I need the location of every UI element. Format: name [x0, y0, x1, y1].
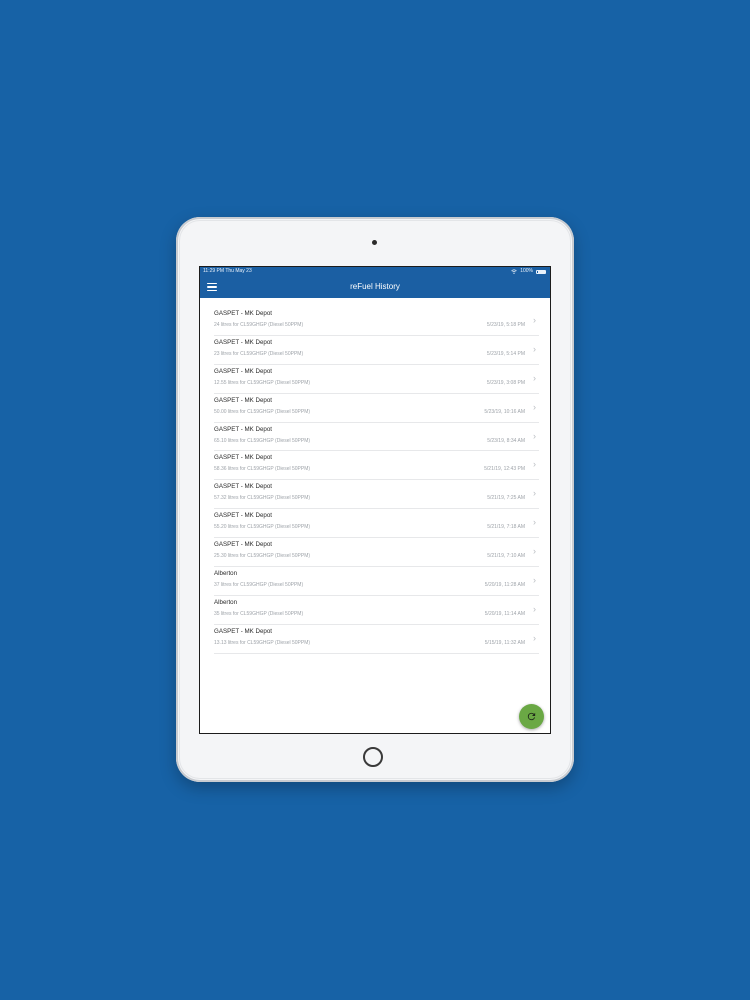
list-item[interactable]: GASPET - MK Depot 25.30 litres for CL59GH…: [214, 538, 539, 568]
refuel-timestamp: 5/20/19, 11:28 AM: [484, 582, 525, 589]
chevron-right-icon: ›: [533, 488, 536, 499]
chevron-right-icon: ›: [533, 459, 536, 470]
chevron-right-icon: ›: [533, 315, 536, 325]
battery-icon: [536, 269, 546, 274]
list-item[interactable]: GASPET - MK Depot 55.20 litres for CL59GH…: [214, 509, 539, 539]
station-name: GASPET - MK Depot: [214, 310, 272, 317]
refresh-button[interactable]: [519, 704, 544, 729]
refuel-timestamp: 5/23/19, 10:16 AM: [484, 408, 525, 415]
refuel-detail: 55.20 litres for CL59GHGP (Diesel 50PPM): [214, 524, 311, 531]
refuel-detail: 50.00 litres for CL59GHGP (Diesel 50PPM): [214, 408, 311, 415]
station-name: GASPET - MK Depot: [214, 425, 272, 433]
battery-percent: 100%: [520, 268, 533, 274]
refuel-timestamp: 5/23/19, 3:08 PM: [486, 379, 525, 386]
list-item[interactable]: GASPET - MK Depot 23 litres for CL59GHGP …: [214, 336, 539, 365]
refuel-detail: 25.30 litres for CL59GHGP (Diesel 50PPM): [214, 553, 311, 560]
refuel-detail: 35 litres for CL59GHGP (Diesel 50PPM): [214, 610, 304, 617]
refuel-timestamp: 5/23/19, 5:18 PM: [486, 322, 525, 328]
chevron-right-icon: ›: [533, 343, 536, 354]
list-item[interactable]: GASPET - MK Depot 58.36 litres for CL59GH…: [214, 451, 539, 481]
station-name: GASPET - MK Depot: [214, 367, 272, 375]
list-item[interactable]: Alberton 35 litres for CL59GHGP (Diesel 5…: [214, 596, 539, 625]
status-time-date: 11:29 PM Thu May 23: [203, 268, 252, 274]
home-button[interactable]: [363, 747, 383, 767]
chevron-right-icon: ›: [533, 546, 536, 557]
station-name: GASPET - MK Depot: [214, 483, 272, 491]
station-name: GASPET - MK Depot: [214, 627, 272, 635]
refuel-timestamp: 5/21/19, 7:10 AM: [487, 553, 525, 560]
list-item[interactable]: GASPET - MK Depot 24 litres for CL59GHGP …: [214, 307, 539, 336]
refuel-detail: 65.10 litres for CL59GHGP (Diesel 50PPM): [214, 437, 311, 444]
chevron-right-icon: ›: [533, 517, 536, 528]
camera-icon: [372, 240, 377, 245]
refuel-timestamp: 5/23/19, 5:14 PM: [486, 350, 525, 357]
refuel-timestamp: 5/21/19, 12:43 PM: [484, 466, 525, 473]
refuel-detail: 23 litres for CL59GHGP (Diesel 50PPM): [214, 350, 304, 357]
refuel-detail: 58.36 litres for CL59GHGP (Diesel 50PPM): [214, 466, 311, 473]
list-item[interactable]: GASPET - MK Depot 12.55 litres for CL59GH…: [214, 365, 539, 394]
station-name: GASPET - MK Depot: [214, 454, 272, 462]
chevron-right-icon: ›: [533, 575, 536, 586]
chevron-right-icon: ›: [533, 632, 536, 643]
refuel-detail: 57.32 litres for CL59GHGP (Diesel 50PPM): [214, 495, 311, 502]
station-name: GASPET - MK Depot: [214, 338, 272, 346]
chevron-right-icon: ›: [533, 430, 536, 441]
refuel-timestamp: 5/15/19, 11:32 AM: [484, 639, 525, 646]
refuel-detail: 24 litres for CL59GHGP (Diesel 50PPM): [214, 322, 304, 328]
chevron-right-icon: ›: [533, 603, 536, 614]
station-name: GASPET - MK Depot: [214, 541, 272, 549]
list-item[interactable]: GASPET - MK Depot 13.13 litres for CL59GH…: [214, 625, 539, 654]
station-name: GASPET - MK Depot: [214, 396, 272, 404]
refuel-history-list: GASPET - MK Depot 24 litres for CL59GHGP …: [214, 307, 539, 654]
refresh-icon: [527, 712, 536, 721]
refuel-timestamp: 5/20/19, 11:14 AM: [484, 610, 525, 617]
chevron-right-icon: ›: [533, 401, 536, 412]
refuel-detail: 37 litres for CL59GHGP (Diesel 50PPM): [214, 582, 304, 589]
list-item[interactable]: Alberton 37 litres for CL59GHGP (Diesel 5…: [214, 567, 539, 596]
station-name: Alberton: [214, 598, 238, 606]
chevron-right-icon: ›: [533, 372, 536, 383]
refuel-timestamp: 5/21/19, 7:25 AM: [487, 495, 525, 502]
app-screen: 11:29 PM Thu May 23 100% reFuel History …: [199, 266, 551, 734]
list-item[interactable]: GASPET - MK Depot 65.10 litres for CL59GH…: [214, 423, 539, 452]
page-title: reFuel History: [350, 282, 400, 291]
refuel-detail: 12.55 litres for CL59GHGP (Diesel 50PPM): [214, 379, 311, 386]
list-item[interactable]: GASPET - MK Depot 57.32 litres for CL59GH…: [214, 480, 539, 510]
refuel-timestamp: 5/21/19, 7:18 AM: [487, 524, 525, 531]
refuel-detail: 13.13 litres for CL59GHGP (Diesel 50PPM): [214, 639, 311, 646]
station-name: GASPET - MK Depot: [214, 512, 272, 520]
wifi-icon: [511, 269, 517, 274]
app-header: 11:29 PM Thu May 23 100% reFuel History: [200, 267, 550, 298]
station-name: Alberton: [214, 570, 238, 578]
refuel-timestamp: 5/23/19, 8:34 AM: [487, 437, 525, 444]
status-bar: 11:29 PM Thu May 23 100%: [200, 267, 550, 276]
status-right: 100%: [511, 267, 546, 276]
list-item[interactable]: GASPET - MK Depot 50.00 litres for CL59GH…: [214, 394, 539, 423]
